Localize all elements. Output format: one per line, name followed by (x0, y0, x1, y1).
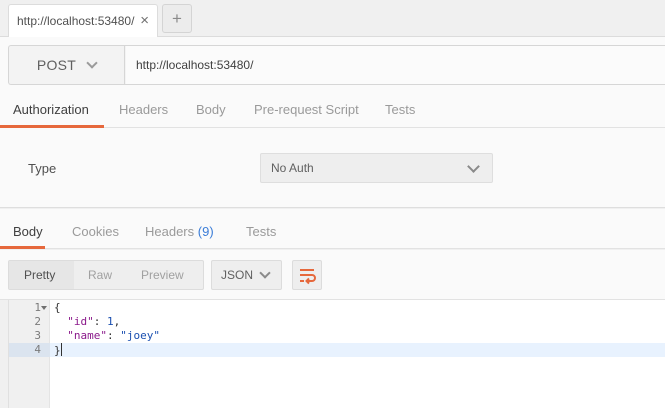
json-sep: : (107, 329, 121, 342)
language-select[interactable]: JSON (211, 260, 282, 290)
method-label: POST (36, 57, 77, 73)
request-tab-title: http://localhost:53480/ (17, 14, 135, 28)
language-value: JSON (221, 268, 254, 282)
json-value: 1 (107, 315, 114, 328)
chevron-down-icon (259, 267, 271, 279)
line-number: 3 (34, 329, 41, 342)
response-body-editor[interactable]: 1 { 2 "id": 1, 3 "name": "joey" 4 } (8, 300, 665, 408)
response-tab-body[interactable]: Body (13, 224, 43, 239)
line-number: 2 (34, 315, 41, 328)
wrap-lines-icon (300, 269, 316, 285)
method-select[interactable]: POST (9, 46, 125, 84)
fold-arrow-icon[interactable] (41, 306, 47, 310)
auth-type-select[interactable]: No Auth (260, 153, 493, 183)
response-tab-headers[interactable]: Headers (9) (145, 224, 214, 239)
new-tab-button[interactable]: + (162, 4, 192, 33)
authorization-panel: Type No Auth (0, 128, 665, 208)
text-cursor (60, 343, 62, 356)
code-line: 1 { (9, 301, 665, 315)
request-tab-strip: http://localhost:53480/ × + (0, 0, 665, 37)
tab-tests[interactable]: Tests (385, 102, 415, 117)
code-line: 3 "name": "joey" (9, 329, 665, 343)
response-tab-cookies[interactable]: Cookies (72, 224, 119, 239)
code-text: "name": "joey" (54, 329, 160, 343)
json-tail: , (113, 315, 121, 328)
code-line: 2 "id": 1, (9, 315, 665, 329)
request-builder: POST http://localhost:53480/ Authorizati… (0, 37, 665, 128)
close-brace: } (54, 344, 61, 357)
close-icon[interactable]: × (140, 13, 149, 28)
format-raw-button[interactable]: Raw (88, 268, 112, 282)
tab-body[interactable]: Body (196, 102, 226, 117)
line-number: 1 (34, 301, 41, 314)
code-text: } (54, 343, 62, 358)
url-text: http://localhost:53480/ (136, 58, 254, 72)
code-text: "id": 1, (54, 315, 120, 329)
auth-type-value: No Auth (271, 161, 314, 175)
format-preview-button[interactable]: Preview (141, 268, 184, 282)
format-toggle-group: Pretty Raw Preview (8, 260, 204, 290)
format-pretty-button[interactable]: Pretty (24, 268, 55, 282)
json-key: "name" (67, 329, 107, 342)
wrap-lines-button[interactable] (292, 260, 322, 290)
line-number: 4 (9, 343, 50, 357)
url-input[interactable]: http://localhost:53480/ (126, 46, 665, 84)
url-bar: POST http://localhost:53480/ (8, 45, 665, 85)
json-sep: : (93, 315, 107, 328)
code-line-active: 4 } (9, 343, 665, 357)
response-tab-headers-label: Headers (145, 224, 195, 239)
headers-count-badge: (9) (197, 224, 214, 239)
json-value: "joey" (120, 329, 160, 342)
code-text: { (54, 301, 61, 315)
plus-icon: + (172, 8, 182, 28)
json-key: "id" (67, 315, 94, 328)
response-toolbar: Pretty Raw Preview JSON (0, 250, 665, 300)
request-tabs: Authorization Headers Body Pre-request S… (0, 93, 665, 128)
tab-headers[interactable]: Headers (119, 102, 168, 117)
response-tab-tests[interactable]: Tests (246, 224, 276, 239)
tab-authorization[interactable]: Authorization (13, 102, 89, 117)
open-brace: { (54, 301, 61, 314)
chevron-down-icon (467, 160, 480, 173)
response-tabs: Body Cookies Headers (9) Tests (0, 209, 665, 249)
request-tab[interactable]: http://localhost:53480/ × (8, 4, 158, 37)
active-response-tab-indicator (0, 246, 45, 249)
chevron-down-icon (86, 56, 98, 69)
auth-type-label: Type (28, 161, 57, 176)
tab-pre-request-script[interactable]: Pre-request Script (254, 102, 359, 117)
